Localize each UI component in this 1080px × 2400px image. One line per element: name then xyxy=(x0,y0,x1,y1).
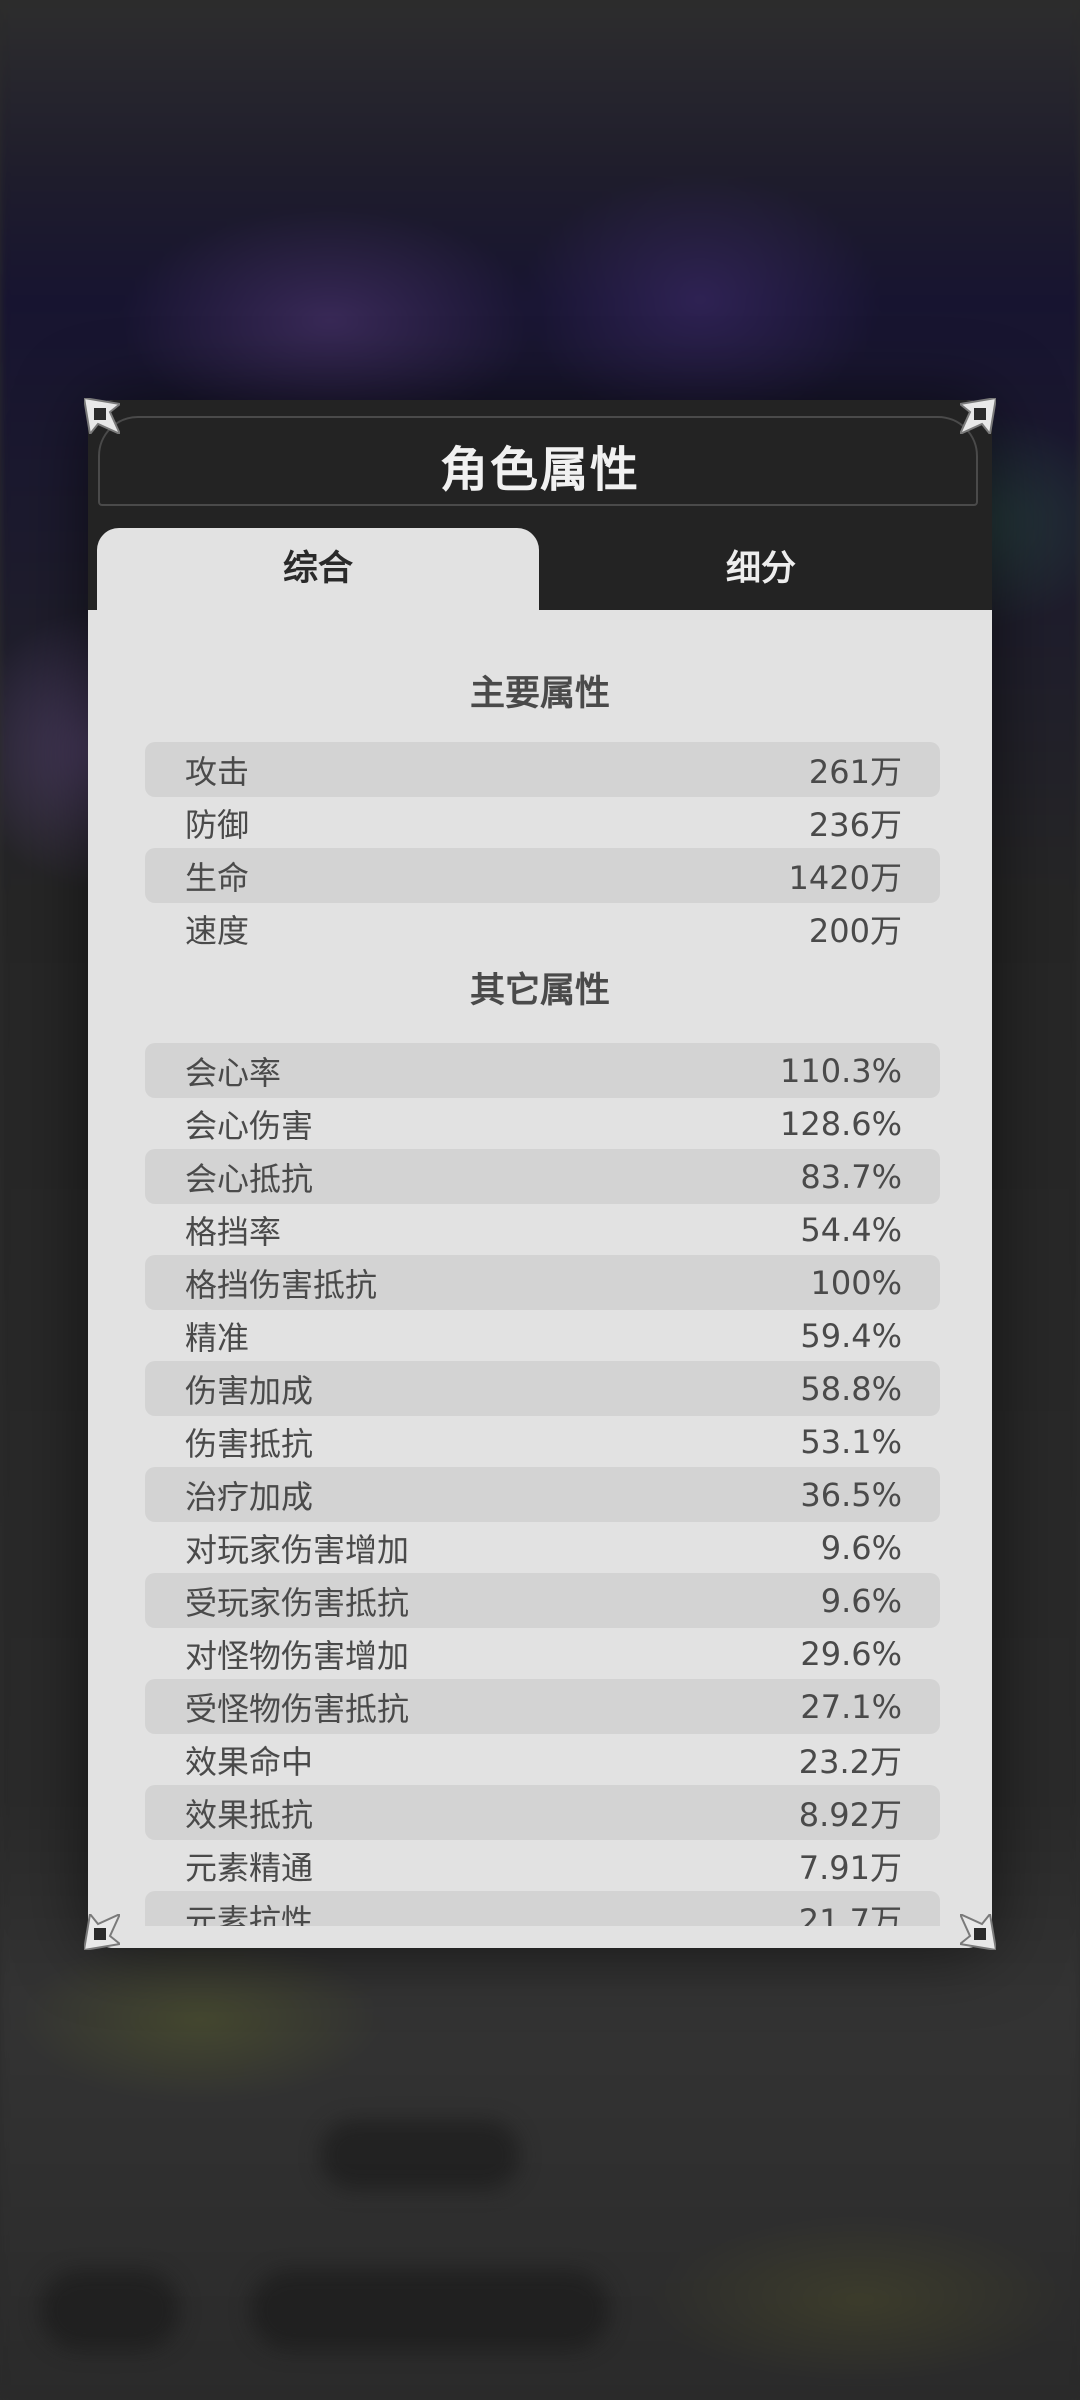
stat-row: 防御 236万 xyxy=(145,795,940,850)
stat-label: 受怪物伤害抵抗 xyxy=(185,1689,410,1728)
stat-row: 精准 59.4% xyxy=(145,1308,940,1363)
stat-label: 对玩家伤害增加 xyxy=(185,1530,410,1569)
stat-value: 128.6% xyxy=(779,1104,902,1143)
stat-label: 防御 xyxy=(185,805,250,844)
stat-value: 9.6% xyxy=(820,1528,902,1567)
stat-label: 对怪物伤害增加 xyxy=(185,1636,410,1675)
stat-row: 会心伤害 128.6% xyxy=(145,1096,940,1151)
stat-label: 精准 xyxy=(185,1318,250,1357)
stat-value: 9.6% xyxy=(820,1581,902,1620)
stat-label: 效果抵抗 xyxy=(185,1795,314,1834)
stat-row: 格挡伤害抵抗 100% xyxy=(145,1255,940,1310)
stat-label: 格挡伤害抵抗 xyxy=(185,1265,378,1304)
stat-label: 会心伤害 xyxy=(185,1106,314,1145)
stat-row: 会心抵抗 83.7% xyxy=(145,1149,940,1204)
stat-row: 对玩家伤害增加 9.6% xyxy=(145,1520,940,1575)
dialog-header: 角色属性 综合 细分 xyxy=(88,400,992,610)
stat-value: 23.2万 xyxy=(798,1742,902,1781)
stat-row: 对怪物伤害增加 29.6% xyxy=(145,1626,940,1681)
stat-label: 治疗加成 xyxy=(185,1477,314,1516)
stat-value: 7.91万 xyxy=(798,1848,902,1887)
stat-value: 1420万 xyxy=(788,858,902,897)
stat-label: 伤害抵抗 xyxy=(185,1424,314,1463)
character-attributes-dialog: 角色属性 综合 细分 主要属性 攻击 261万 防御 236万 生命 1420万… xyxy=(88,400,992,1948)
stat-label: 格挡率 xyxy=(185,1212,282,1251)
stat-row: 会心率 110.3% xyxy=(145,1043,940,1098)
stat-value: 36.5% xyxy=(800,1475,902,1514)
stat-row: 伤害加成 58.8% xyxy=(145,1361,940,1416)
tab-detailed[interactable]: 细分 xyxy=(540,528,982,610)
stat-value: 8.92万 xyxy=(798,1795,902,1834)
stat-row: 伤害抵抗 53.1% xyxy=(145,1414,940,1469)
tab-overall[interactable]: 综合 xyxy=(97,528,539,610)
stat-row: 效果命中 23.2万 xyxy=(145,1732,940,1787)
stat-value: 236万 xyxy=(808,805,902,844)
scroll-fade xyxy=(88,1926,992,1948)
stat-value: 83.7% xyxy=(800,1157,902,1196)
stat-row: 速度 200万 xyxy=(145,901,940,956)
corner-ornament-icon xyxy=(84,398,120,434)
stat-value: 58.8% xyxy=(800,1369,902,1408)
other-attributes-heading: 其它属性 xyxy=(469,971,610,1011)
stat-value: 110.3% xyxy=(779,1051,902,1090)
stat-value: 59.4% xyxy=(800,1316,902,1355)
stat-label: 生命 xyxy=(185,858,250,897)
stat-value: 29.6% xyxy=(800,1634,902,1673)
corner-ornament-icon xyxy=(960,1914,996,1950)
background-blur-shape xyxy=(250,2270,610,2350)
stat-row: 攻击 261万 xyxy=(145,742,940,797)
background-blur-shape xyxy=(40,2270,180,2350)
stat-row: 受怪物伤害抵抗 27.1% xyxy=(145,1679,940,1734)
stat-label: 会心抵抗 xyxy=(185,1159,314,1198)
stat-row: 生命 1420万 xyxy=(145,848,940,903)
stat-row: 元素精通 7.91万 xyxy=(145,1838,940,1893)
stat-row: 治疗加成 36.5% xyxy=(145,1467,940,1522)
stat-label: 元素精通 xyxy=(185,1848,314,1887)
stat-value: 100% xyxy=(810,1263,902,1302)
stat-label: 受玩家伤害抵抗 xyxy=(185,1583,410,1622)
stat-row: 效果抵抗 8.92万 xyxy=(145,1785,940,1840)
main-attributes-heading: 主要属性 xyxy=(469,674,610,714)
corner-ornament-icon xyxy=(960,398,996,434)
stat-label: 攻击 xyxy=(185,752,250,791)
dialog-title: 角色属性 xyxy=(439,442,640,498)
stat-value: 53.1% xyxy=(800,1422,902,1461)
stat-label: 速度 xyxy=(185,911,250,950)
attributes-scroll-area[interactable]: 主要属性 攻击 261万 防御 236万 生命 1420万 速度 200万 其它… xyxy=(88,610,992,1948)
stat-row: 格挡率 54.4% xyxy=(145,1202,940,1257)
stat-value: 27.1% xyxy=(800,1687,902,1726)
stat-label: 伤害加成 xyxy=(185,1371,314,1410)
stat-label: 效果命中 xyxy=(185,1742,314,1781)
stat-row: 受玩家伤害抵抗 9.6% xyxy=(145,1573,940,1628)
background-blur-shape xyxy=(320,2120,520,2190)
corner-ornament-icon xyxy=(84,1914,120,1950)
stat-value: 261万 xyxy=(808,752,902,791)
stat-value: 200万 xyxy=(808,911,902,950)
stat-value: 54.4% xyxy=(800,1210,902,1249)
stat-label: 会心率 xyxy=(185,1053,282,1092)
